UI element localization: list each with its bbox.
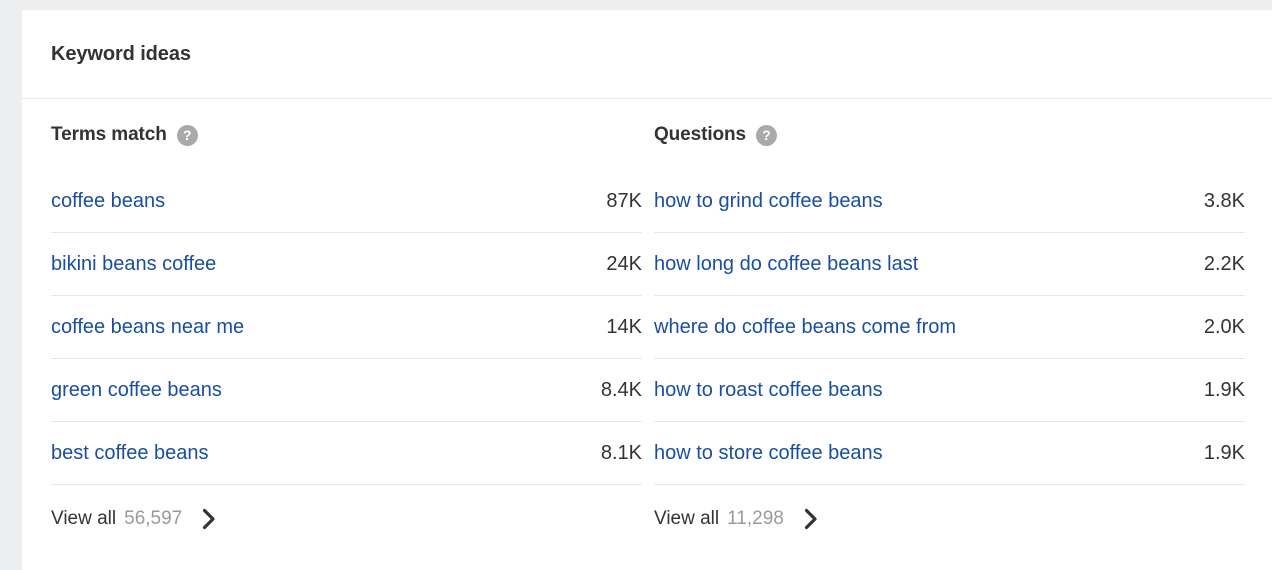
column-title: Questions <box>654 123 747 145</box>
keyword-volume: 87K <box>606 189 642 212</box>
keyword-volume: 1.9K <box>1203 441 1245 464</box>
keyword-link[interactable]: where do coffee beans come from <box>654 316 956 339</box>
keyword-link[interactable]: green coffee beans <box>51 379 222 402</box>
view-all-label: View all <box>51 508 117 529</box>
table-row[interactable]: how to store coffee beans 1.9K <box>654 422 1245 485</box>
keyword-volume: 1.9K <box>1203 378 1245 401</box>
card-header: Keyword ideas <box>22 10 1272 99</box>
help-circle-icon[interactable]: ? <box>176 125 198 146</box>
table-row[interactable]: how to grind coffee beans 3.8K <box>654 170 1245 233</box>
page-title: Keyword ideas <box>51 42 191 65</box>
keyword-volume: 2.2K <box>1203 252 1245 275</box>
column-terms-match: Terms match ? coffee beans 87K bikini be… <box>22 99 642 553</box>
table-row[interactable]: how long do coffee beans last 2.2K <box>654 233 1245 296</box>
help-circle-icon[interactable]: ? <box>756 125 778 146</box>
keyword-volume: 8.1K <box>600 441 642 464</box>
keyword-volume: 24K <box>606 252 642 275</box>
chevron-right-icon <box>201 507 218 531</box>
chevron-right-icon <box>803 507 820 531</box>
keyword-volume: 3.8K <box>1203 189 1245 212</box>
view-all-count: 56,597 <box>124 508 183 529</box>
keyword-link[interactable]: best coffee beans <box>51 442 209 465</box>
table-row[interactable]: best coffee beans 8.1K <box>51 422 642 485</box>
table-row[interactable]: where do coffee beans come from 2.0K <box>654 296 1245 359</box>
keyword-ideas-card: Keyword ideas Terms match ? coffee beans… <box>22 10 1272 570</box>
keyword-link[interactable]: how to roast coffee beans <box>654 379 883 402</box>
keyword-volume: 2.0K <box>1203 315 1245 338</box>
view-all-questions-button[interactable]: View all 11,298 <box>654 485 1245 553</box>
view-all-terms-match-button[interactable]: View all 56,597 <box>51 485 642 553</box>
table-row[interactable]: bikini beans coffee 24K <box>51 233 642 296</box>
keyword-volume: 8.4K <box>600 378 642 401</box>
column-header-questions: Questions ? <box>654 99 1245 170</box>
keyword-link[interactable]: coffee beans <box>51 190 165 213</box>
table-row[interactable]: how to roast coffee beans 1.9K <box>654 359 1245 422</box>
column-questions: Questions ? how to grind coffee beans 3.… <box>642 99 1262 553</box>
keyword-volume: 14K <box>606 315 642 338</box>
table-row[interactable]: coffee beans 87K <box>51 170 642 233</box>
table-row[interactable]: green coffee beans 8.4K <box>51 359 642 422</box>
view-all-count: 11,298 <box>727 508 784 529</box>
keyword-link[interactable]: coffee beans near me <box>51 316 244 339</box>
columns-container: Terms match ? coffee beans 87K bikini be… <box>22 99 1272 553</box>
column-title: Terms match <box>51 123 167 145</box>
keyword-link[interactable]: how to store coffee beans <box>654 442 883 465</box>
table-row[interactable]: coffee beans near me 14K <box>51 296 642 359</box>
view-all-label: View all <box>654 508 720 529</box>
page: Keyword ideas Terms match ? coffee beans… <box>0 0 1272 570</box>
keyword-link[interactable]: how long do coffee beans last <box>654 253 918 276</box>
column-header-terms-match: Terms match ? <box>51 99 642 170</box>
keyword-link[interactable]: how to grind coffee beans <box>654 190 883 213</box>
keyword-link[interactable]: bikini beans coffee <box>51 253 216 276</box>
